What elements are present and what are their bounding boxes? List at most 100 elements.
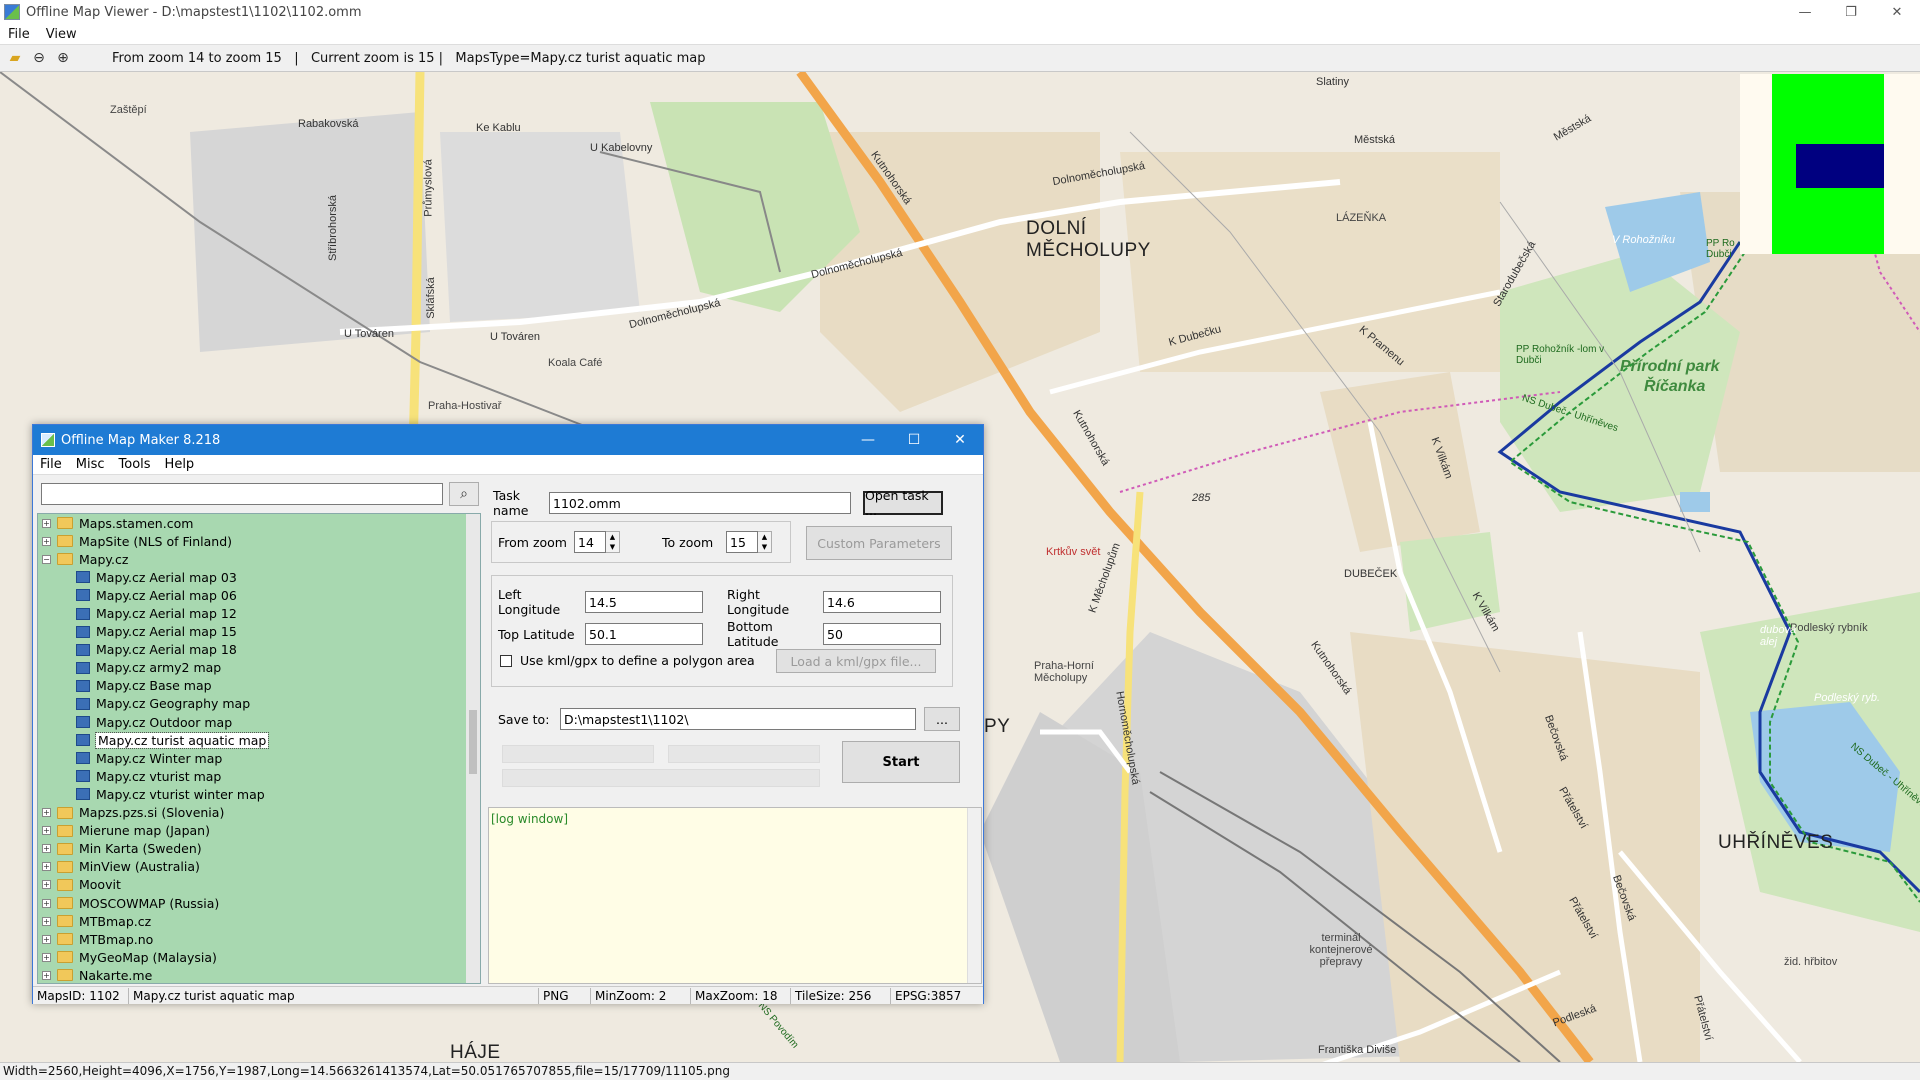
from-zoom-value[interactable]: 14 bbox=[574, 531, 606, 553]
map-source-tree[interactable]: + Maps.stamen.com + MapSite (NLS of Finland… bbox=[37, 513, 481, 984]
custom-parameters-button[interactable]: Custom Parameters bbox=[806, 526, 952, 560]
folder-icon bbox=[57, 878, 73, 891]
dialog-maximize-button[interactable]: ☐ bbox=[891, 425, 937, 455]
tree-folder-item[interactable]: + MinView (Australia) bbox=[38, 858, 480, 876]
task-name-input[interactable]: 1102.omm bbox=[549, 492, 851, 514]
map-label: HÁJE bbox=[450, 1042, 501, 1062]
tree-folder-item[interactable]: + MTBmap.cz bbox=[38, 912, 480, 930]
to-zoom-value[interactable]: 15 bbox=[726, 531, 758, 553]
dialog-menu-misc[interactable]: Misc bbox=[69, 457, 112, 472]
tree-map-item[interactable]: Mapy.cz Outdoor map bbox=[38, 713, 480, 731]
tree-map-item[interactable]: Mapy.cz Aerial map 06 bbox=[38, 586, 480, 604]
restore-button[interactable]: ❐ bbox=[1828, 0, 1874, 24]
expand-toggle-icon[interactable]: + bbox=[42, 844, 51, 854]
progress-bar-1 bbox=[502, 745, 654, 763]
tree-map-item[interactable]: Mapy.cz Winter map bbox=[38, 749, 480, 767]
browse-button[interactable]: ... bbox=[924, 707, 960, 731]
to-zoom-spinner[interactable]: 15 ▲ ▼ bbox=[726, 531, 772, 553]
tree-map-item[interactable]: Mapy.cz Aerial map 15 bbox=[38, 623, 480, 641]
map-app-icon bbox=[4, 4, 20, 20]
from-zoom-label: From zoom bbox=[498, 534, 567, 550]
open-task-button[interactable]: Open task ... bbox=[863, 488, 943, 518]
tree-map-item[interactable]: Mapy.cz Base map bbox=[38, 677, 480, 695]
tree-scroll-thumb[interactable] bbox=[469, 710, 477, 774]
tree-folder-item[interactable]: + MyGeoMap (Malaysia) bbox=[38, 948, 480, 966]
tree-map-item[interactable]: Mapy.cz Geography map bbox=[38, 695, 480, 713]
menu-view[interactable]: View bbox=[38, 27, 85, 42]
spin-up-icon[interactable]: ▲ bbox=[758, 532, 771, 542]
map-label: Stříbrohorská bbox=[327, 194, 340, 262]
expand-toggle-icon[interactable]: + bbox=[42, 934, 51, 944]
spin-up-icon[interactable]: ▲ bbox=[606, 532, 619, 542]
expand-toggle-icon[interactable]: + bbox=[42, 518, 51, 528]
tree-folder-item[interactable]: − Mapy.cz bbox=[38, 550, 480, 568]
dialog-status-bar: MapsID: 1102 Mapy.cz turist aquatic map … bbox=[33, 986, 983, 1004]
dialog-minimize-button[interactable]: — bbox=[845, 425, 891, 455]
dialog-menu-help[interactable]: Help bbox=[158, 457, 202, 472]
map-search-input[interactable] bbox=[41, 483, 443, 505]
expand-toggle-icon[interactable]: + bbox=[42, 916, 51, 926]
map-tile-icon bbox=[76, 661, 90, 674]
tree-map-item[interactable]: Mapy.cz vturist winter map bbox=[38, 785, 480, 803]
start-button[interactable]: Start bbox=[842, 741, 960, 783]
tree-item-label: MyGeoMap (Malaysia) bbox=[79, 949, 217, 965]
map-label: Rabakovská bbox=[298, 118, 359, 130]
overview-minimap[interactable] bbox=[1740, 74, 1920, 254]
tree-folder-item[interactable]: + Mierune map (Japan) bbox=[38, 822, 480, 840]
left-longitude-input[interactable]: 14.5 bbox=[585, 591, 703, 613]
dialog-close-button[interactable]: ✕ bbox=[937, 425, 983, 455]
zoom-out-icon[interactable]: ⊖ bbox=[30, 49, 48, 67]
minimize-button[interactable]: — bbox=[1782, 0, 1828, 24]
tree-map-item[interactable]: Mapy.cz Aerial map 12 bbox=[38, 604, 480, 622]
spin-down-icon[interactable]: ▼ bbox=[606, 542, 619, 552]
expand-toggle-icon[interactable]: + bbox=[42, 862, 51, 872]
tree-item-label: Mapy.cz vturist map bbox=[96, 768, 222, 784]
map-label: DOLNÍ bbox=[1026, 218, 1087, 239]
expand-toggle-icon[interactable]: + bbox=[42, 952, 51, 962]
bottom-latitude-label: Bottom Latitude bbox=[727, 619, 779, 649]
tree-map-item[interactable]: Mapy.cz Aerial map 18 bbox=[38, 641, 480, 659]
open-folder-icon[interactable]: ▰ bbox=[6, 49, 24, 67]
tree-folder-item[interactable]: + MTBmap.no bbox=[38, 930, 480, 948]
tree-folder-item[interactable]: + Maps.stamen.com bbox=[38, 514, 480, 532]
tree-folder-item[interactable]: + Mapzs.pzs.si (Slovenia) bbox=[38, 804, 480, 822]
tree-map-item[interactable]: Mapy.cz army2 map bbox=[38, 659, 480, 677]
tree-folder-item[interactable]: + Moovit bbox=[38, 876, 480, 894]
tree-item-label: Min Karta (Sweden) bbox=[79, 841, 202, 857]
tree-folder-item[interactable]: + Nakarte.me bbox=[38, 966, 480, 983]
dialog-menu-file[interactable]: File bbox=[33, 457, 69, 472]
close-button[interactable]: ✕ bbox=[1874, 0, 1920, 24]
bottom-latitude-input[interactable]: 50 bbox=[823, 623, 941, 645]
load-kml-button[interactable]: Load a kml/gpx file... bbox=[776, 649, 936, 673]
right-longitude-input[interactable]: 14.6 bbox=[823, 591, 941, 613]
expand-toggle-icon[interactable]: + bbox=[42, 536, 51, 546]
expand-toggle-icon[interactable]: − bbox=[42, 554, 51, 564]
expand-toggle-icon[interactable]: + bbox=[42, 808, 51, 818]
expand-toggle-icon[interactable]: + bbox=[42, 880, 51, 890]
tree-map-item[interactable]: Mapy.cz turist aquatic map bbox=[38, 731, 480, 749]
from-zoom-spinner[interactable]: 14 ▲ ▼ bbox=[574, 531, 620, 553]
map-label: Říčanka bbox=[1644, 378, 1706, 395]
save-path-input[interactable]: D:\mapstest1\1102\ bbox=[560, 708, 916, 730]
tree-folder-item[interactable]: + MOSCOWMAP (Russia) bbox=[38, 894, 480, 912]
search-button[interactable]: ⌕ bbox=[449, 482, 479, 506]
top-latitude-input[interactable]: 50.1 bbox=[585, 623, 703, 645]
spin-down-icon[interactable]: ▼ bbox=[758, 542, 771, 552]
menu-file[interactable]: File bbox=[0, 27, 38, 42]
log-scrollbar[interactable] bbox=[967, 808, 981, 983]
tree-map-item[interactable]: Mapy.cz Aerial map 03 bbox=[38, 568, 480, 586]
expand-toggle-icon[interactable]: + bbox=[42, 970, 51, 980]
dialog-menu-tools[interactable]: Tools bbox=[112, 457, 158, 472]
map-maker-dialog: Offline Map Maker 8.218 — ☐ ✕ File Misc … bbox=[32, 424, 984, 1004]
map-label: Slatiny bbox=[1316, 76, 1350, 88]
tree-folder-item[interactable]: + MapSite (NLS of Finland) bbox=[38, 532, 480, 550]
zoom-in-icon[interactable]: ⊕ bbox=[54, 49, 72, 67]
expand-toggle-icon[interactable]: + bbox=[42, 826, 51, 836]
tree-item-label: Moovit bbox=[79, 877, 121, 893]
expand-toggle-icon[interactable]: + bbox=[42, 898, 51, 908]
tree-folder-item[interactable]: + Min Karta (Sweden) bbox=[38, 840, 480, 858]
log-window[interactable]: [log window] bbox=[488, 807, 982, 984]
tree-scrollbar[interactable] bbox=[466, 514, 480, 983]
kml-polygon-checkbox[interactable] bbox=[500, 654, 512, 667]
tree-map-item[interactable]: Mapy.cz vturist map bbox=[38, 767, 480, 785]
